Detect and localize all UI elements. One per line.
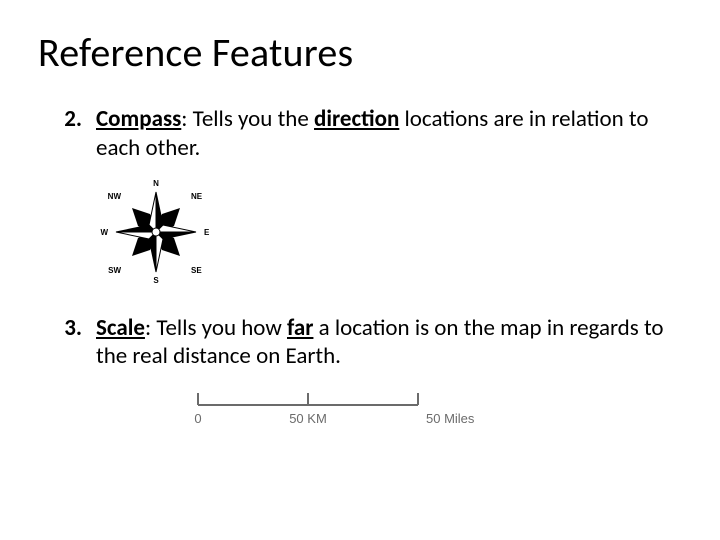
item-sep: : xyxy=(145,314,156,342)
scale-figure: 0 50 KM 50 Miles xyxy=(188,385,682,436)
compass-label-w: W xyxy=(100,228,108,237)
scale-tick-1: 50 KM xyxy=(289,411,327,426)
item-keyword: far xyxy=(287,314,313,342)
compass-label-e: E xyxy=(204,228,210,237)
compass-label-nw: NW xyxy=(108,192,122,201)
scale-tick-2: 50 Miles xyxy=(426,411,475,426)
compass-label-s: S xyxy=(153,276,159,285)
page-title: Reference Features xyxy=(38,28,682,77)
list-item: 2. Compass: Tells you the direction loca… xyxy=(38,105,682,163)
compass-label-se: SE xyxy=(191,266,202,275)
item-pre: Tells you the xyxy=(193,105,314,133)
compass-rose-icon: N NE E SE S SW W NW xyxy=(96,177,216,287)
item-number: 3. xyxy=(38,314,96,372)
scale-tick-0: 0 xyxy=(194,411,201,426)
list-item: 3. Scale: Tells you how far a location i… xyxy=(38,314,682,372)
compass-label-sw: SW xyxy=(108,266,121,275)
item-number: 2. xyxy=(38,105,96,163)
item-pre: Tells you how xyxy=(156,314,287,342)
item-term: Compass xyxy=(96,105,181,133)
scale-bar-icon: 0 50 KM 50 Miles xyxy=(188,385,488,431)
item-term: Scale xyxy=(96,314,145,342)
compass-figure: N NE E SE S SW W NW xyxy=(96,177,682,292)
item-body: Scale: Tells you how far a location is o… xyxy=(96,314,682,372)
compass-label-ne: NE xyxy=(191,192,203,201)
item-sep: : xyxy=(181,105,192,133)
compass-label-n: N xyxy=(153,179,159,188)
item-body: Compass: Tells you the direction locatio… xyxy=(96,105,682,163)
item-keyword: direction xyxy=(314,105,399,133)
